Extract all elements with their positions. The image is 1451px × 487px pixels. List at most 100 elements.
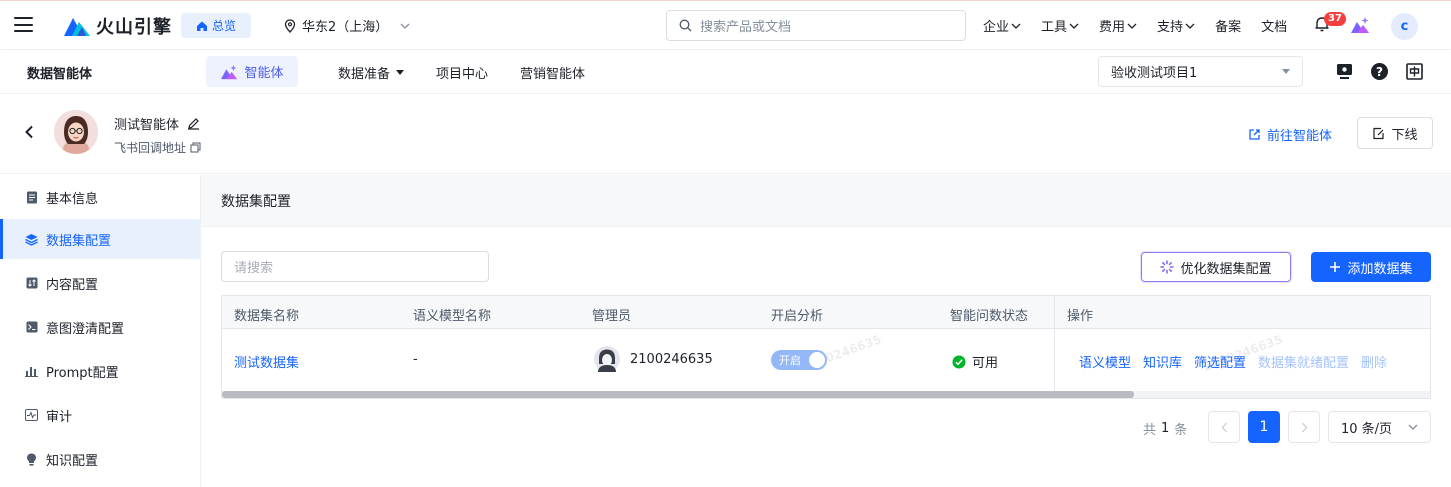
action-delete[interactable]: 删除 xyxy=(1361,352,1387,371)
global-search-input[interactable]: 搜索产品或文档 xyxy=(666,10,966,41)
edit-icon[interactable] xyxy=(187,117,200,130)
nav-label: 工具 xyxy=(1041,20,1068,35)
chevron-left-icon xyxy=(1221,422,1227,432)
sidebar: 基本信息 数据集配置 内容配置 意图澄清配置 Prompt配置 审计 知识配置 xyxy=(0,175,201,487)
layers-icon xyxy=(25,233,38,246)
nav-label: 文档 xyxy=(1261,20,1288,35)
sidebar-item-label: 审计 xyxy=(46,409,73,425)
home-button[interactable]: 总览 xyxy=(181,13,251,38)
dataset-search-input[interactable]: 请搜索 xyxy=(221,251,489,282)
add-dataset-label: 添加数据集 xyxy=(1347,261,1413,277)
dataset-search-placeholder: 请搜索 xyxy=(234,261,274,276)
nav-item-docs[interactable]: 文档 xyxy=(1261,16,1287,35)
product-bar-icons: ? xyxy=(1335,62,1424,81)
sidebar-item-intent-config[interactable]: 意图澄清配置 xyxy=(0,307,200,347)
section-title-text: 数据集配置 xyxy=(221,193,291,210)
dataset-name-link[interactable]: 测试数据集 xyxy=(234,352,299,371)
region-selector[interactable]: 华东2（上海） xyxy=(284,16,410,35)
user-avatar[interactable]: c xyxy=(1391,13,1418,40)
add-dataset-button[interactable]: 添加数据集 xyxy=(1311,252,1431,282)
region-label: 华东2（上海） xyxy=(302,20,389,35)
prev-page-button[interactable] xyxy=(1208,411,1240,443)
admin-id: 2100246635 xyxy=(630,351,713,367)
admin-avatar xyxy=(594,346,620,372)
help-icon[interactable]: ? xyxy=(1370,62,1389,81)
external-link-icon xyxy=(1249,129,1260,140)
caret-down-icon xyxy=(1282,69,1290,74)
sidebar-item-knowledge-config[interactable]: 知识配置 xyxy=(0,439,200,479)
sidebar-item-label: Prompt配置 xyxy=(46,365,119,381)
logo[interactable]: 火山引擎 xyxy=(64,13,172,39)
nav-project-center[interactable]: 项目中心 xyxy=(436,63,488,82)
back-icon[interactable] xyxy=(24,124,34,143)
sidebar-item-prompt-config[interactable]: Prompt配置 xyxy=(0,351,200,391)
optimize-dataset-label: 优化数据集配置 xyxy=(1180,261,1272,277)
location-icon xyxy=(284,18,296,33)
total-prefix: 共 xyxy=(1143,423,1157,438)
agent-name-text: 测试智能体 xyxy=(114,118,180,133)
doc-icon xyxy=(25,191,38,204)
nav-item-enterprise[interactable]: 企业 xyxy=(983,16,1021,35)
notification-badge: 37 xyxy=(1324,12,1346,26)
nav-label: 项目中心 xyxy=(436,67,489,82)
column-header: 开启分析 xyxy=(771,309,824,324)
monitor-icon[interactable] xyxy=(1335,62,1354,81)
goto-agent-link[interactable]: 前往智能体 xyxy=(1248,125,1332,144)
sidebar-item-dataset-config[interactable]: 数据集配置 xyxy=(0,219,200,259)
product-bar: 数据智能体 智能体 数据准备 项目中心 营销智能体 验收测试项目1 ? xyxy=(0,50,1451,94)
volcano-logo-icon xyxy=(64,18,90,36)
nav-item-tools[interactable]: 工具 xyxy=(1041,16,1079,35)
offline-button[interactable]: 下线 xyxy=(1357,117,1433,149)
fixed-column-divider xyxy=(1054,296,1055,391)
next-page-button[interactable] xyxy=(1288,411,1320,443)
scrollbar-thumb[interactable] xyxy=(222,391,1134,398)
action-ready-config[interactable]: 数据集就绪配置 xyxy=(1258,352,1349,371)
home-icon xyxy=(196,21,207,31)
nav-marketing-agent[interactable]: 营销智能体 xyxy=(520,63,585,82)
nav-label: 备案 xyxy=(1215,20,1242,35)
action-semantic-model[interactable]: 语义模型 xyxy=(1079,352,1131,371)
project-select-value: 验收测试项目1 xyxy=(1111,66,1198,81)
copy-icon[interactable] xyxy=(190,142,201,153)
sidebar-item-basic-info[interactable]: 基本信息 xyxy=(0,177,200,217)
project-select[interactable]: 验收测试项目1 xyxy=(1098,56,1303,87)
toggle-knob xyxy=(809,352,825,368)
chevron-down-icon xyxy=(1127,23,1137,29)
top-bar: 火山引擎 总览 华东2（上海） 搜索产品或文档 企业 工具 费用 支持 备案 文… xyxy=(0,0,1451,50)
semantic-model-cell: - xyxy=(413,352,418,367)
section-title: 数据集配置 xyxy=(201,175,1451,227)
pulse-icon xyxy=(25,409,38,422)
chevron-right-icon xyxy=(1301,422,1307,432)
hamburger-menu-icon[interactable] xyxy=(14,15,33,34)
loading-sparkle-icon xyxy=(1160,260,1175,274)
analysis-toggle-label: 开启 xyxy=(779,354,801,367)
sidebar-item-label: 意图澄清配置 xyxy=(46,321,125,337)
column-header: 智能问数状态 xyxy=(950,309,1029,324)
plus-icon xyxy=(1330,262,1341,272)
tab-agent[interactable]: 智能体 xyxy=(206,56,298,87)
nav-label: 数据准备 xyxy=(338,67,391,82)
horizontal-scrollbar[interactable] xyxy=(222,391,1430,398)
action-filter-config[interactable]: 筛选配置 xyxy=(1194,352,1246,371)
product-title: 数据智能体 xyxy=(27,67,93,82)
language-icon[interactable] xyxy=(1405,62,1424,81)
analysis-toggle[interactable]: 开启 xyxy=(771,350,827,370)
nav-item-billing[interactable]: 费用 xyxy=(1099,16,1137,35)
top-nav: 企业 工具 费用 支持 备案 文档 xyxy=(983,16,1287,35)
sidebar-item-content-config[interactable]: 内容配置 xyxy=(0,263,200,303)
status-cell: 可用 xyxy=(952,352,998,371)
sidebar-item-label: 数据集配置 xyxy=(46,233,112,249)
column-header: 语义模型名称 xyxy=(413,309,492,324)
optimize-dataset-button[interactable]: 优化数据集配置 xyxy=(1141,252,1291,282)
search-icon xyxy=(679,19,692,32)
tab-agent-label: 智能体 xyxy=(244,66,284,81)
pagination-total: 共 1 条 xyxy=(1143,419,1187,438)
ai-mountain-icon[interactable] xyxy=(1350,16,1370,34)
nav-data-prep[interactable]: 数据准备 xyxy=(338,63,405,82)
page-button-current[interactable]: 1 xyxy=(1248,411,1280,443)
sidebar-item-audit[interactable]: 审计 xyxy=(0,395,200,435)
nav-item-filing[interactable]: 备案 xyxy=(1215,16,1241,35)
nav-item-support[interactable]: 支持 xyxy=(1157,16,1195,35)
page-size-select[interactable]: 10 条/页 xyxy=(1328,411,1431,443)
action-knowledge-base[interactable]: 知识库 xyxy=(1143,352,1182,371)
